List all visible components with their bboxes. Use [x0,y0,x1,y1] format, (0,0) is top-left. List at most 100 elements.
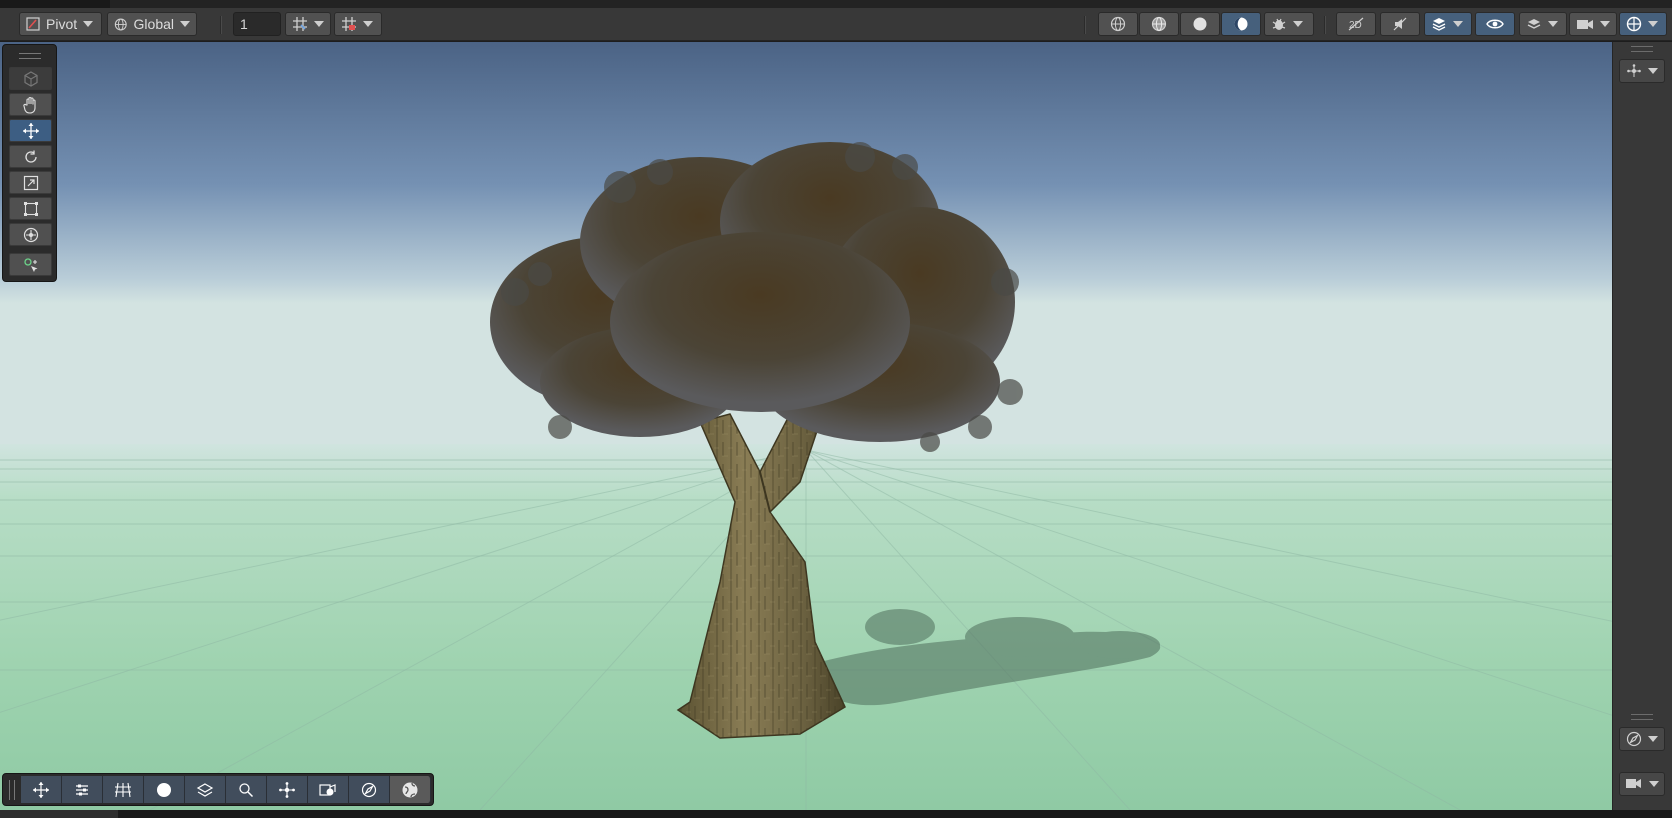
pivot-icon [26,17,40,31]
orientation-overlay-dropdown[interactable] [1619,59,1665,83]
camera-eye-icon [1626,779,1641,788]
camera-icon [319,783,336,796]
move-icon [33,781,49,798]
toolbar-separator [220,16,222,34]
layers-icon [1527,19,1541,29]
solid-sphere-icon [1193,17,1207,31]
view-layers-button[interactable] [185,776,226,803]
chevron-down-icon [1649,781,1659,787]
search-icon [239,782,254,797]
chevron-down-icon [1453,21,1463,27]
render-paths-button[interactable] [1221,12,1261,36]
globe-icon [402,782,418,797]
increment-snap-dropdown[interactable] [334,12,382,36]
audio-mute-icon [1393,17,1407,31]
panel-drag-handle[interactable] [1631,714,1653,720]
2d-toggle-button[interactable]: 2D [1336,12,1376,36]
gizmos-dropdown[interactable] [1619,12,1667,36]
sphere-icon [157,782,171,797]
settings-sliders-icon [76,784,88,795]
layers-dropdown[interactable] [1519,12,1567,36]
custom-tool-button[interactable] [9,253,52,276]
transform-icon [23,227,38,242]
grid-size-input[interactable] [233,12,281,36]
shaded-wireframe-sphere-icon [1151,16,1167,32]
lit-sphere-icon [1234,17,1248,31]
window-bottom-strip [0,810,1672,818]
panel-drag-handle[interactable] [1631,46,1653,52]
camera-icon [1577,20,1593,29]
view-grid-button[interactable] [103,776,144,803]
view-settings-button[interactable] [62,776,103,803]
toolbar-separator [1324,16,1326,34]
chevron-down-icon [314,21,324,27]
gizmo-globe-icon [1626,16,1642,32]
view-tool-button[interactable] [9,67,52,90]
status-bar-remnant [0,810,118,818]
overlay-drag-handle[interactable] [9,779,15,800]
tab-bar-remnant [110,0,1672,8]
shaded-wireframe-button[interactable] [1139,12,1179,36]
view-move-button[interactable] [21,776,62,803]
view-sphere-button[interactable] [144,776,185,803]
cube-icon [23,70,38,87]
bug-icon [1272,18,1286,30]
chevron-down-icon [1293,21,1303,27]
camera-overlay-dropdown[interactable] [1619,772,1665,796]
wireframe-shading-button[interactable] [1098,12,1138,36]
global-dropdown[interactable]: Global [107,12,197,36]
transform-tool-button[interactable] [9,223,52,246]
overlay-drag-handle[interactable] [18,53,41,59]
orientation-gizmo-icon [1627,64,1641,77]
grid-icon [115,782,131,797]
shaded-button[interactable] [1180,12,1220,36]
scale-tool-button[interactable] [9,171,52,194]
chevron-down-icon [180,21,190,27]
audio-toggle-button[interactable] [1380,12,1420,36]
rect-transform-icon [23,201,38,216]
rotate-icon [24,150,37,163]
effects-dropdown[interactable] [1424,12,1472,36]
global-label: Global [133,16,174,32]
2d-mode-icon: 2D [1348,17,1364,31]
view-camera-button[interactable] [308,776,349,803]
toolbar-separator [1084,16,1086,34]
eye-icon [1486,19,1504,29]
view-search-button[interactable] [226,776,267,803]
chevron-down-icon [1648,736,1658,742]
globe-icon [114,18,127,30]
rotate-tool-button[interactable] [9,145,52,168]
compass-overlay-dropdown[interactable] [1619,727,1665,751]
camera-settings-dropdown[interactable] [1569,12,1617,36]
rect-tool-button[interactable] [9,197,52,220]
compass-icon [361,782,377,797]
chevron-down-icon [1648,21,1658,27]
hand-icon [22,96,36,114]
orientation-gizmo-icon [279,781,295,798]
tools-overlay [2,44,57,282]
chevron-down-icon [1548,21,1558,27]
visibility-toggle-button[interactable] [1475,12,1515,36]
window-top-strip [0,0,1672,8]
chevron-down-icon [1648,68,1658,74]
scene-render [0,42,1612,810]
svg-text:2D: 2D [1349,20,1362,31]
debug-draw-mode-dropdown[interactable] [1264,12,1314,36]
custom-editor-tool-icon [23,257,37,272]
chevron-down-icon [363,21,373,27]
scene-toolbar: Pivot Global 1 2D [0,8,1672,41]
grid-snap-icon [293,17,307,31]
move-tool-button[interactable] [9,119,52,142]
scene-right-panel [1612,42,1672,810]
grid-visual-dropdown[interactable] [285,12,331,36]
move-arrows-icon [22,122,39,139]
compass-icon [1626,731,1642,747]
chevron-down-icon [1600,21,1610,27]
hand-tool-button[interactable] [9,93,52,116]
pivot-dropdown[interactable]: Pivot [19,12,102,36]
view-globe-button[interactable] [390,776,431,803]
effects-layers-icon [1432,18,1446,31]
view-orientation-button[interactable] [267,776,308,803]
view-compass-button[interactable] [349,776,390,803]
scene-viewport[interactable] [0,42,1612,810]
